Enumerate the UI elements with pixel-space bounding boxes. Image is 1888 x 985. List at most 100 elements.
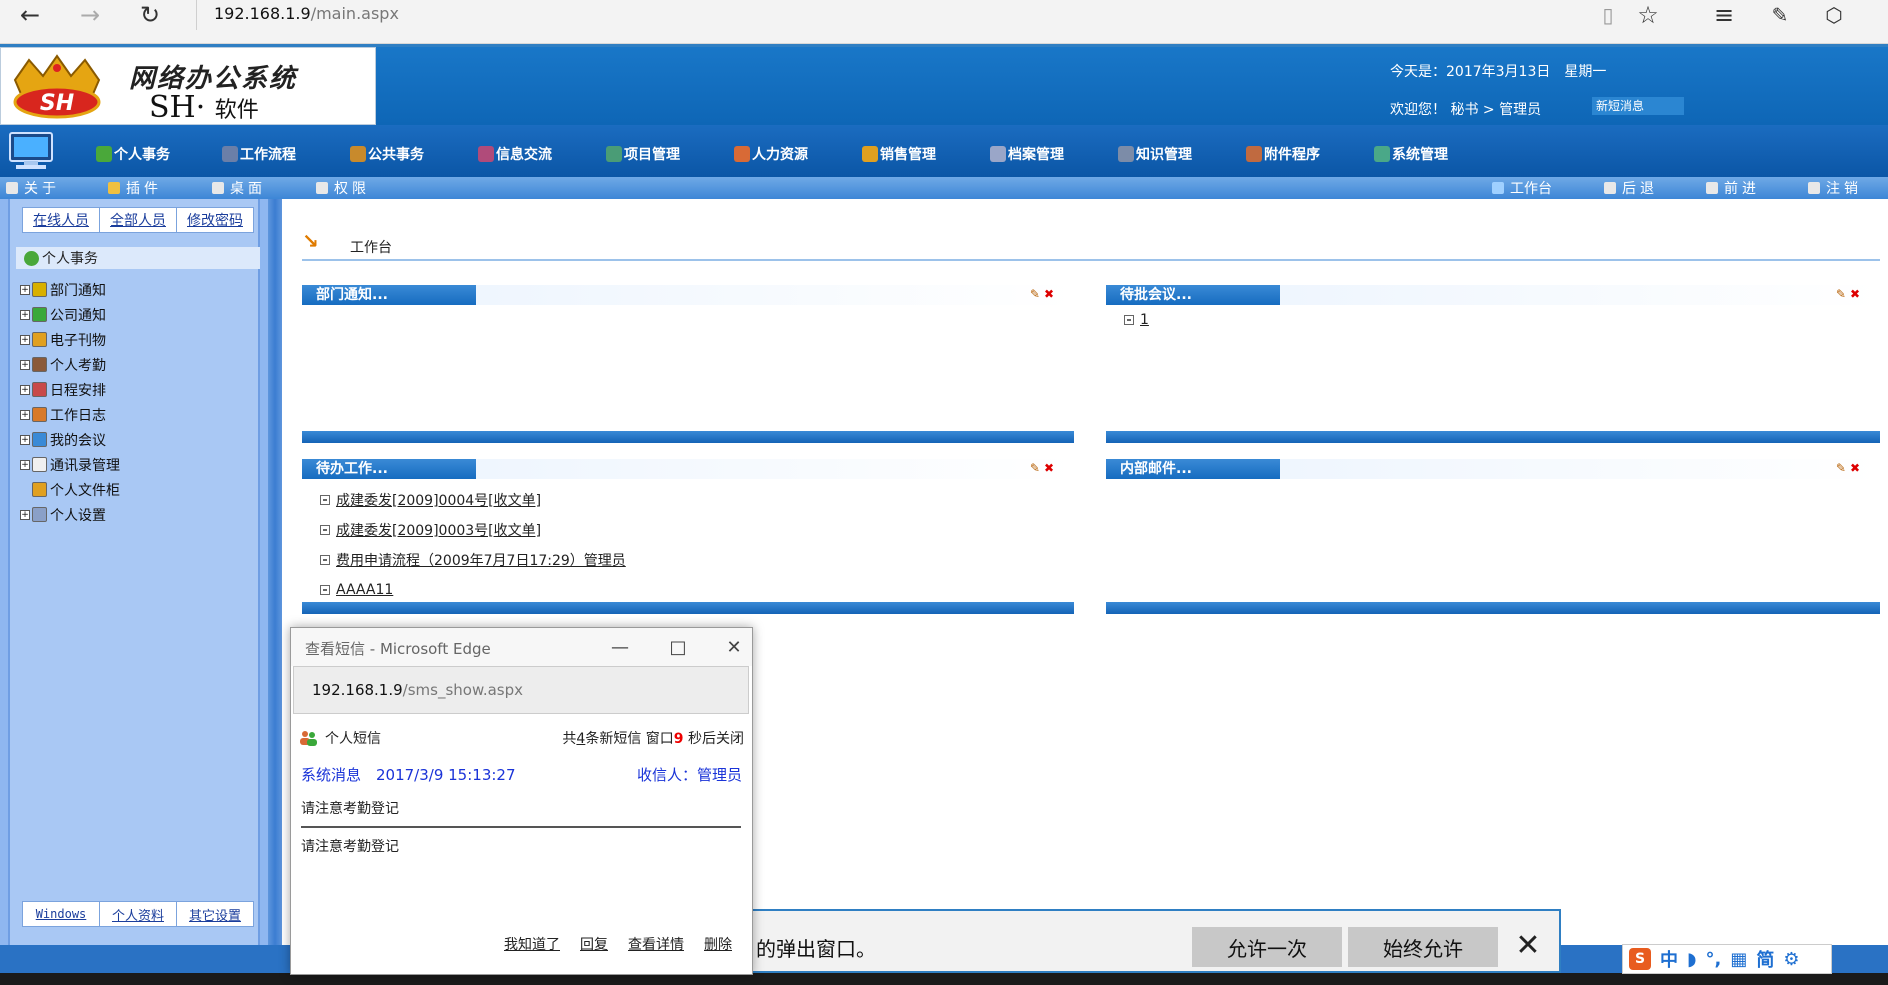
- acknowledge-link[interactable]: 我知道了: [504, 934, 560, 954]
- list-item[interactable]: 成建委发[2009]0004号[收文单]: [320, 485, 626, 515]
- tab-personal-info[interactable]: 个人资料: [100, 902, 177, 926]
- list-item[interactable]: 1: [1124, 307, 1149, 333]
- expand-icon[interactable]: +: [20, 334, 30, 345]
- reading-view-icon[interactable]: ▯: [1588, 0, 1628, 30]
- edit-icon[interactable]: ✎: [1030, 287, 1040, 301]
- edit-icon[interactable]: ✎: [1836, 461, 1846, 475]
- share-icon[interactable]: ⬡: [1814, 0, 1854, 30]
- expand-icon[interactable]: +: [20, 434, 30, 445]
- back-arrow-icon[interactable]: ←: [10, 0, 50, 30]
- tree-item[interactable]: + 个人考勤: [20, 352, 120, 377]
- ime-chinese-mode[interactable]: 中: [1660, 946, 1678, 972]
- toolbar-permissions[interactable]: 权限: [316, 179, 370, 197]
- close-icon[interactable]: ✕: [719, 634, 749, 660]
- nav-item-3[interactable]: 信息交流: [478, 143, 552, 165]
- reply-link[interactable]: 回复: [580, 934, 608, 954]
- view-details-link[interactable]: 查看详情: [628, 934, 684, 954]
- sidebar-splitter[interactable]: [268, 199, 282, 945]
- delete-link[interactable]: 删除: [704, 934, 732, 954]
- close-icon[interactable]: ✖: [1850, 287, 1860, 301]
- web-note-icon[interactable]: ✎: [1760, 0, 1800, 30]
- allow-once-button[interactable]: 允许一次: [1192, 927, 1342, 967]
- toolbar-logout[interactable]: 注销: [1808, 179, 1862, 197]
- new-message-link[interactable]: 新短消息: [1592, 97, 1684, 115]
- tab-online-users[interactable]: 在线人员: [23, 208, 100, 232]
- ime-punctuation-icon[interactable]: °,: [1705, 949, 1721, 970]
- panel-title[interactable]: 待批会议...: [1106, 285, 1280, 305]
- nav-item-0[interactable]: 个人事务: [96, 143, 170, 165]
- ime-settings-icon[interactable]: ⚙: [1783, 949, 1799, 970]
- close-icon[interactable]: ✖: [1044, 461, 1054, 475]
- toolbar-about[interactable]: 关于: [6, 179, 60, 197]
- toolbar-back[interactable]: 后退: [1604, 179, 1658, 197]
- tab-all-users[interactable]: 全部人员: [100, 208, 177, 232]
- tree-item[interactable]: 个人文件柜: [20, 477, 120, 502]
- nav-item-10[interactable]: 系统管理: [1374, 143, 1448, 165]
- hub-menu-icon[interactable]: ≡: [1704, 0, 1744, 30]
- expand-icon[interactable]: +: [20, 359, 30, 370]
- tree-item[interactable]: + 日程安排: [20, 377, 120, 402]
- sidebar-top-tabs: 在线人员 全部人员 修改密码: [22, 207, 254, 233]
- always-allow-button[interactable]: 始终允许: [1348, 927, 1498, 967]
- nav-item-label: 公共事务: [368, 147, 424, 163]
- logo-sub-main: SH·: [149, 90, 206, 125]
- expand-icon[interactable]: +: [20, 509, 30, 520]
- tree-item[interactable]: + 电子刊物: [20, 327, 120, 352]
- url-separator: [196, 0, 197, 30]
- close-icon[interactable]: ✖: [1044, 287, 1054, 301]
- forward-arrow-icon[interactable]: →: [70, 0, 110, 30]
- nav-item-2[interactable]: 公共事务: [350, 143, 424, 165]
- panel-title[interactable]: 内部邮件...: [1106, 459, 1280, 479]
- list-item[interactable]: AAAA11: [320, 575, 626, 605]
- expand-icon[interactable]: +: [20, 409, 30, 420]
- tree-item[interactable]: + 个人设置: [20, 502, 120, 527]
- favorite-star-icon[interactable]: ☆: [1628, 0, 1668, 30]
- expand-icon[interactable]: +: [20, 384, 30, 395]
- nav-item-5[interactable]: 人力资源: [734, 143, 808, 165]
- toolbar-plugins[interactable]: 插件: [108, 179, 162, 197]
- expand-icon[interactable]: +: [20, 284, 30, 295]
- tab-other-settings[interactable]: 其它设置: [177, 902, 253, 926]
- tab-windows[interactable]: Windows: [23, 902, 100, 926]
- nav-item-9[interactable]: 附件程序: [1246, 143, 1320, 165]
- tab-change-password[interactable]: 修改密码: [177, 208, 253, 232]
- list-item[interactable]: 成建委发[2009]0003号[收文单]: [320, 515, 626, 545]
- url-path: /main.aspx: [310, 4, 399, 23]
- nav-item-6[interactable]: 销售管理: [862, 143, 936, 165]
- nav-item-7[interactable]: 档案管理: [990, 143, 1064, 165]
- maximize-icon[interactable]: □: [663, 634, 693, 660]
- close-icon[interactable]: ✖: [1850, 461, 1860, 475]
- address-bar[interactable]: 192.168.1.9/main.aspx: [214, 4, 399, 23]
- popup-address-bar[interactable]: 192.168.1.9/sms_show.aspx: [293, 666, 749, 714]
- edit-icon[interactable]: ✎: [1836, 287, 1846, 301]
- tree-item[interactable]: + 我的会议: [20, 427, 120, 452]
- panel-title[interactable]: 待办工作...: [302, 459, 476, 479]
- bullet-icon: [320, 585, 330, 595]
- ime-keyboard-icon[interactable]: ▦: [1730, 949, 1747, 970]
- ime-simplified-mode[interactable]: 简: [1756, 946, 1774, 972]
- edit-icon[interactable]: ✎: [1030, 461, 1040, 475]
- toolbar-workbench[interactable]: 工作台: [1492, 179, 1552, 197]
- minimize-icon[interactable]: —: [605, 634, 635, 660]
- list-item[interactable]: 费用申请流程（2009年7月7日17:29）管理员: [320, 545, 626, 575]
- toolbar-forward[interactable]: 前进: [1706, 179, 1760, 197]
- ime-logo-icon[interactable]: S: [1629, 948, 1651, 970]
- toolbar-desktop[interactable]: 桌面: [212, 179, 266, 197]
- nav-item-8[interactable]: 知识管理: [1118, 143, 1192, 165]
- refresh-icon[interactable]: ↻: [130, 0, 170, 30]
- ime-moon-icon[interactable]: ◗: [1687, 949, 1696, 970]
- panel-internal-mail: 内部邮件... ✎ ✖: [1106, 459, 1880, 614]
- expand-icon[interactable]: +: [20, 309, 30, 320]
- tree-item[interactable]: + 公司通知: [20, 302, 120, 327]
- nav-item-1[interactable]: 工作流程: [222, 143, 296, 165]
- tree-item[interactable]: + 工作日志: [20, 402, 120, 427]
- tree-item[interactable]: + 部门通知: [20, 277, 120, 302]
- panel-title[interactable]: 部门通知...: [302, 285, 476, 305]
- close-icon[interactable]: ✕: [1510, 927, 1546, 963]
- tree-root-personal[interactable]: 个人事务: [16, 247, 260, 269]
- tree-item-label: 我的会议: [50, 432, 106, 449]
- tree-item[interactable]: + 通讯录管理: [20, 452, 120, 477]
- count-number[interactable]: 4: [576, 731, 585, 747]
- nav-item-4[interactable]: 项目管理: [606, 143, 680, 165]
- expand-icon[interactable]: +: [20, 459, 30, 470]
